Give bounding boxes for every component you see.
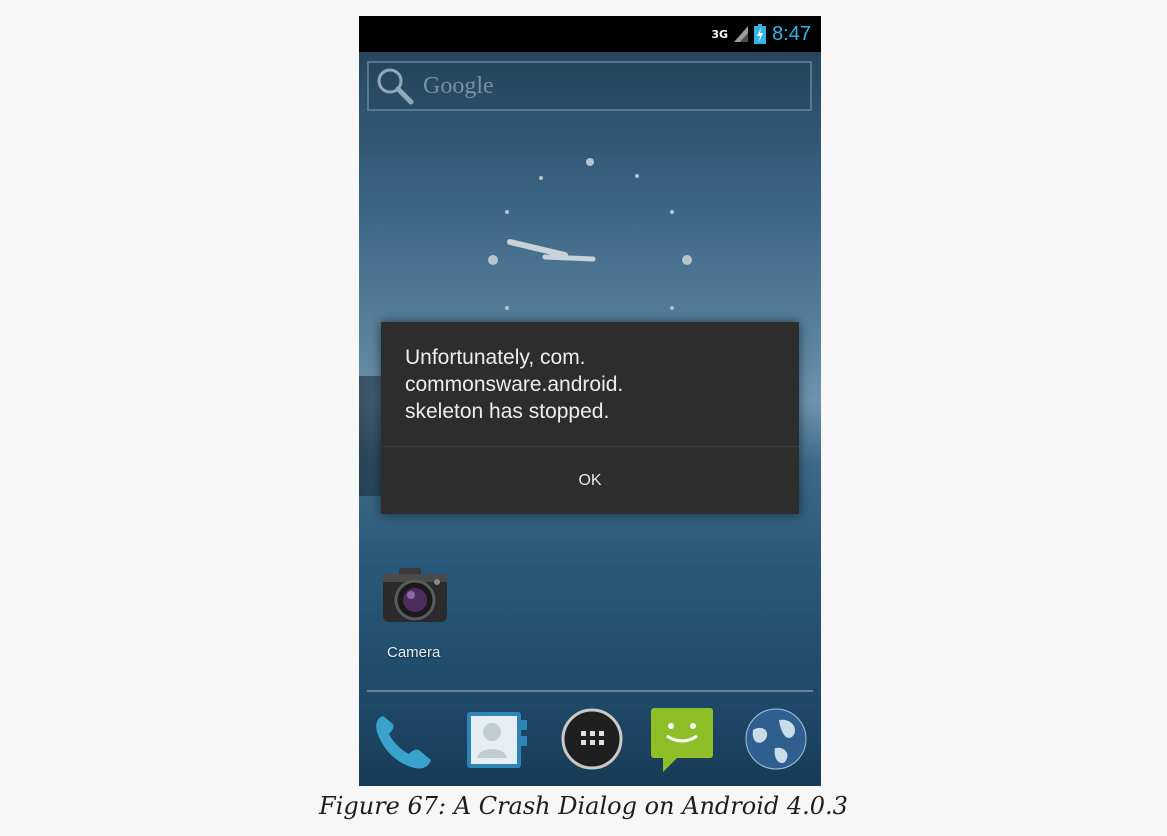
status-time: 8:47: [772, 22, 811, 45]
contacts-icon[interactable]: [463, 706, 533, 772]
search-icon: [377, 68, 414, 105]
browser-globe-icon[interactable]: [741, 706, 811, 772]
network-type-label: 3G: [711, 27, 729, 41]
crash-dialog-message: Unfortunately, com. commonsware.android.…: [381, 322, 799, 446]
signal-icon: [734, 26, 749, 42]
figure-caption: Figure 67: A Crash Dialog on Android 4.0…: [319, 792, 848, 820]
dock-divider: [367, 690, 813, 692]
status-bar: 3G 8:47: [359, 16, 821, 52]
battery-charging-icon: [754, 24, 767, 44]
ok-button[interactable]: OK: [381, 447, 799, 514]
phone-icon[interactable]: [369, 706, 439, 772]
phone-screen: 3G 8:47 Google Camera Unfortunately, com…: [359, 16, 821, 786]
camera-app-shortcut[interactable]: Camera: [381, 564, 451, 674]
crash-dialog: Unfortunately, com. commonsware.android.…: [381, 322, 799, 514]
camera-app-label: Camera: [387, 644, 441, 661]
crash-dialog-message-text: Unfortunately, com. commonsware.android.…: [405, 346, 624, 423]
search-label: Google: [423, 72, 494, 99]
camera-icon: [383, 568, 447, 622]
app-dock: [359, 704, 821, 776]
messaging-icon[interactable]: [649, 706, 719, 772]
app-drawer-icon[interactable]: [557, 706, 627, 772]
google-search-bar[interactable]: Google: [367, 61, 812, 111]
